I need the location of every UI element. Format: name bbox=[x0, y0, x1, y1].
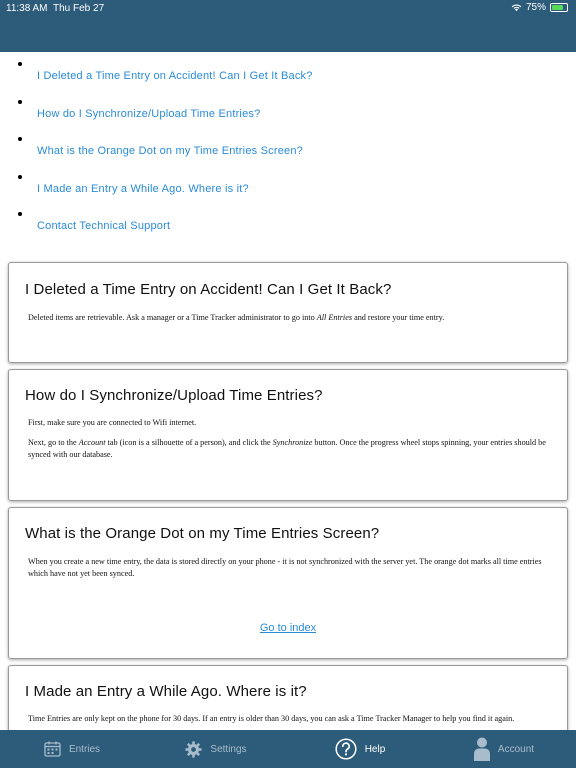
section-title: What is the Orange Dot on my Time Entrie… bbox=[25, 525, 380, 542]
tab-entries[interactable]: Entries bbox=[0, 730, 144, 768]
index-item: I Made an Entry a While Ago. Where is it… bbox=[0, 165, 576, 203]
section-card-deleted: I Deleted a Time Entry on Accident! Can … bbox=[8, 262, 568, 363]
section-title: I Deleted a Time Entry on Accident! Can … bbox=[25, 281, 392, 298]
calendar-icon bbox=[44, 741, 61, 757]
tab-label: Account bbox=[497, 743, 535, 755]
section-title: I Made an Entry a While Ago. Where is it… bbox=[25, 683, 307, 700]
tab-label: Settings bbox=[210, 743, 247, 755]
tab-settings[interactable]: Settings bbox=[144, 730, 288, 768]
status-date: Thu Feb 27 bbox=[53, 3, 105, 14]
bullet bbox=[18, 212, 22, 216]
section-text: Deleted items are retrievable. Ask a man… bbox=[28, 312, 553, 324]
person-icon bbox=[473, 737, 490, 761]
bullet bbox=[18, 137, 22, 141]
index-item: Contact Technical Support bbox=[0, 202, 576, 240]
status-time: 11:38 AM bbox=[6, 3, 48, 14]
section-card-sync: How do I Synchronize/Upload Time Entries… bbox=[8, 369, 568, 501]
emphasis: Account bbox=[78, 438, 106, 447]
gear-icon bbox=[185, 740, 202, 758]
battery-icon bbox=[550, 3, 568, 12]
index-link-support[interactable]: Contact Technical Support bbox=[37, 220, 170, 232]
index-item: How do I Synchronize/Upload Time Entries… bbox=[0, 90, 576, 128]
status-bar: 11:38 AM Thu Feb 27 75% bbox=[0, 0, 576, 52]
index-link-deleted[interactable]: I Deleted a Time Entry on Accident! Can … bbox=[37, 70, 313, 82]
section-title: How do I Synchronize/Upload Time Entries… bbox=[25, 387, 323, 404]
section-text: When you create a new time entry, the da… bbox=[28, 557, 542, 578]
question-circle-icon bbox=[335, 738, 357, 760]
section-text: Next, go to the Account tab (icon is a s… bbox=[28, 437, 553, 461]
go-to-index-link[interactable]: Go to index bbox=[9, 622, 567, 634]
wifi-icon bbox=[511, 4, 522, 12]
section-card-orange-dot: What is the Orange Dot on my Time Entrie… bbox=[8, 507, 568, 659]
bullet bbox=[18, 99, 22, 104]
index-link-orange-dot[interactable]: What is the Orange Dot on my Time Entrie… bbox=[37, 145, 303, 157]
section-text: Time Entries are only kept on the phone … bbox=[28, 714, 515, 723]
text: Next, go to the bbox=[28, 438, 79, 447]
bullet bbox=[18, 174, 22, 179]
emphasis: Synchronize bbox=[272, 438, 313, 447]
tab-bar: Entries Settings Help Account bbox=[0, 730, 576, 768]
text: and restore your time entry. bbox=[352, 313, 445, 322]
battery-percent: 75% bbox=[525, 2, 546, 13]
battery-fill bbox=[552, 5, 563, 10]
help-index: I Deleted a Time Entry on Accident! Can … bbox=[0, 52, 576, 252]
index-link-sync[interactable]: How do I Synchronize/Upload Time Entries… bbox=[37, 108, 260, 120]
tab-label: Entries bbox=[68, 743, 101, 755]
emphasis: All Entries bbox=[316, 313, 353, 322]
tab-account[interactable]: Account bbox=[432, 730, 576, 768]
status-right: 75% bbox=[511, 2, 568, 13]
index-item: I Deleted a Time Entry on Accident! Can … bbox=[0, 52, 576, 90]
tab-label: Help bbox=[364, 743, 386, 755]
bullet bbox=[18, 62, 22, 66]
tab-help[interactable]: Help bbox=[288, 730, 432, 768]
index-link-entry-ago[interactable]: I Made an Entry a While Ago. Where is it… bbox=[37, 183, 249, 195]
text: Deleted items are retrievable. Ask a man… bbox=[28, 313, 317, 322]
index-item: What is the Orange Dot on my Time Entrie… bbox=[0, 127, 576, 165]
text: tab (icon is a silhouette of a person), … bbox=[105, 438, 273, 447]
section-text: First, make sure you are connected to Wi… bbox=[28, 418, 197, 427]
